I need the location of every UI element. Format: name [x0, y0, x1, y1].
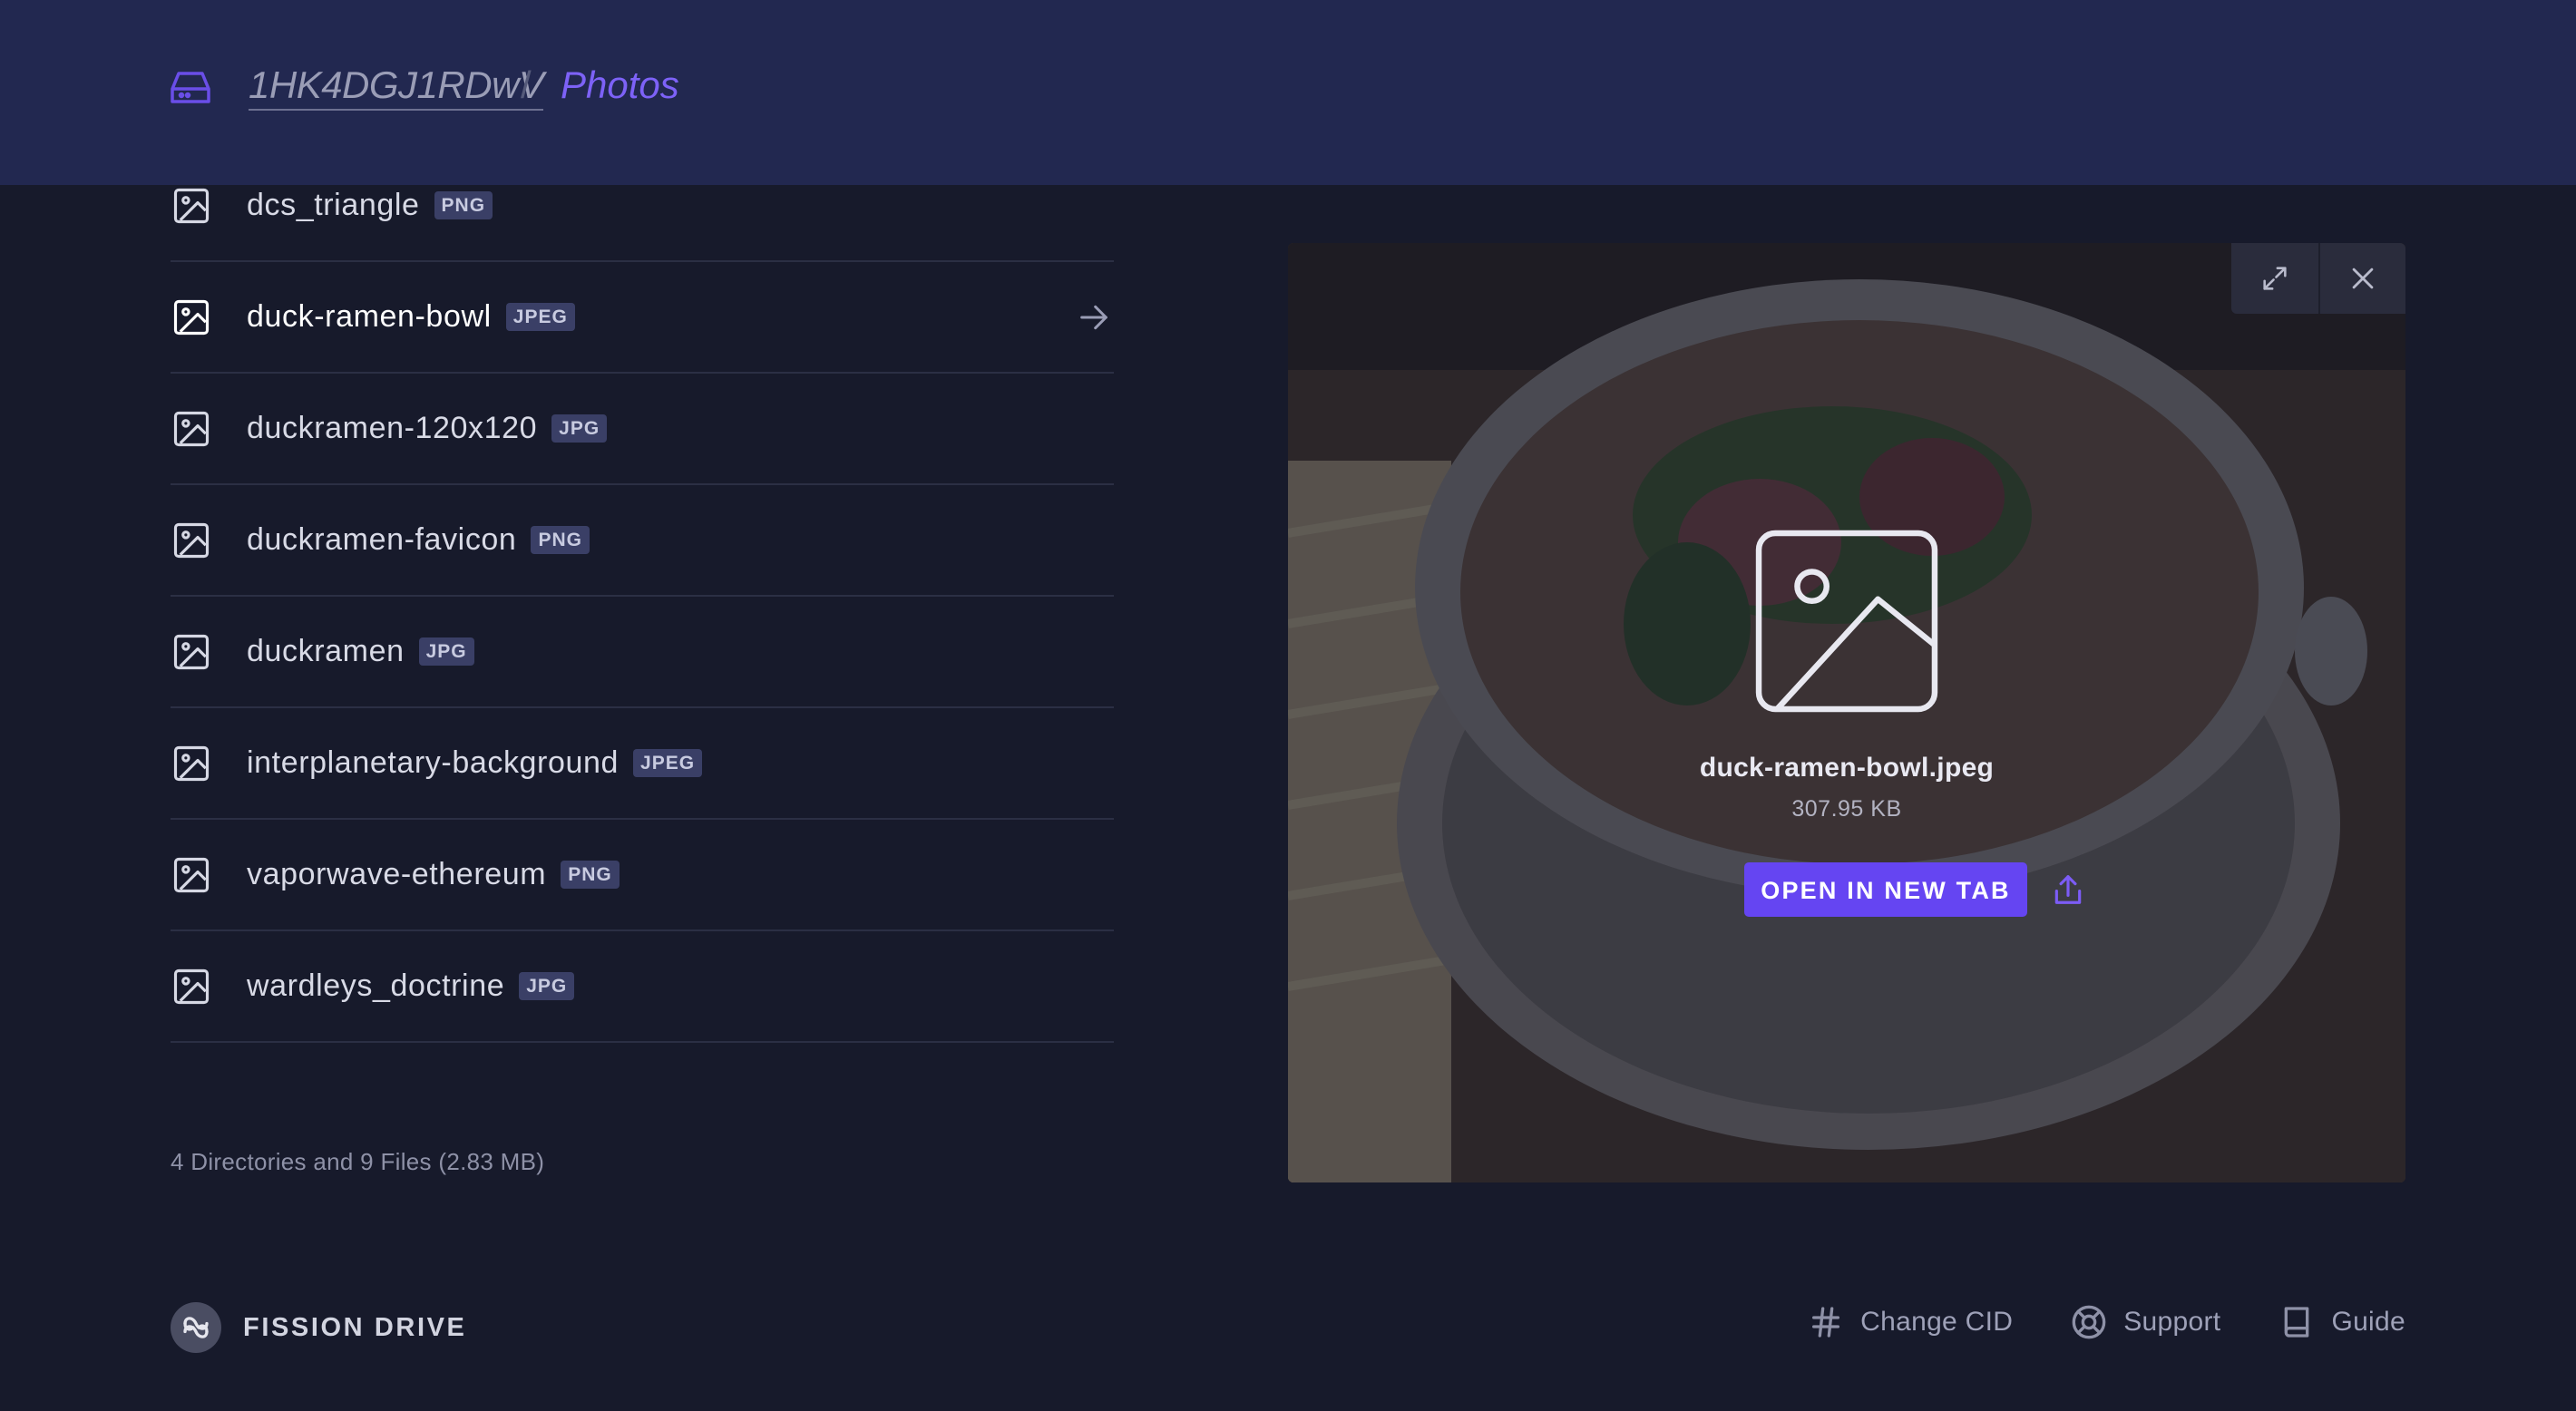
brand-name: FISSION DRIVE — [243, 1312, 467, 1342]
image-file-icon — [173, 968, 210, 1004]
support-link[interactable]: Support — [2071, 1304, 2220, 1340]
file-name: interplanetary-background — [247, 745, 620, 780]
file-name: vaporwave-ethereum — [247, 857, 547, 891]
directory-summary: 4 Directories and 9 Files (2.83 MB) — [171, 1148, 545, 1175]
file-type-badge: JPG — [519, 972, 575, 1000]
file-name: wardleys_doctrine — [247, 968, 505, 1003]
file-type-badge: JPG — [551, 414, 608, 443]
close-button[interactable] — [2318, 243, 2405, 314]
file-type-badge: JPG — [418, 637, 474, 666]
breadcrumb-current: Photos — [561, 63, 679, 106]
book-icon — [2285, 1307, 2309, 1338]
drive-icon[interactable] — [171, 71, 210, 105]
image-file-icon — [173, 411, 210, 446]
preview-controls — [2231, 243, 2405, 314]
expand-icon — [2263, 267, 2287, 290]
image-file-icon — [173, 188, 210, 223]
file-row[interactable]: wardleys_doctrine JPG — [171, 931, 1114, 1043]
header-bar: 1HK4DGJ1RDwV / Photos — [0, 0, 2576, 185]
file-type-badge: JPEG — [633, 749, 703, 777]
file-row[interactable]: duckramen-favicon PNG — [171, 485, 1114, 597]
lifebuoy-icon — [2072, 1305, 2106, 1339]
file-row-selected[interactable]: duck-ramen-bowl JPEG — [171, 262, 1114, 374]
file-row[interactable]: duckramen-120x120 JPG — [171, 374, 1114, 485]
close-icon — [2352, 268, 2374, 289]
support-label: Support — [2123, 1307, 2221, 1337]
file-list: dcs_triangle PNG duck-ramen-bowl JPEG du… — [171, 185, 1114, 1086]
file-row[interactable]: dcs_triangle PNG — [171, 185, 1114, 262]
preview-filename: duck-ramen-bowl.jpeg — [1699, 753, 1995, 783]
fission-logo-icon — [171, 1302, 221, 1353]
breadcrumb-separator: / — [521, 63, 532, 106]
guide-link[interactable]: Guide — [2278, 1304, 2405, 1340]
expand-button[interactable] — [2231, 243, 2318, 314]
preview-info: duck-ramen-bowl.jpeg 307.95 KB OPEN IN N… — [1288, 530, 2405, 917]
preview-actions: OPEN IN NEW TAB — [1288, 862, 2405, 917]
hash-icon — [1812, 1307, 1840, 1338]
image-file-icon — [173, 522, 210, 558]
guide-label: Guide — [2331, 1307, 2405, 1337]
file-name: duck-ramen-bowl — [247, 299, 492, 334]
change-cid-link[interactable]: Change CID — [1808, 1304, 2013, 1340]
preview-filesize: 307.95 KB — [1791, 796, 1902, 822]
image-file-icon — [173, 745, 210, 781]
file-name: duckramen-favicon — [247, 522, 517, 557]
footer-links: Change CID Support Guide — [1750, 1304, 2405, 1340]
image-file-icon — [173, 299, 210, 335]
file-type-badge: PNG — [561, 861, 620, 889]
image-file-icon — [173, 634, 210, 669]
change-cid-label: Change CID — [1860, 1307, 2014, 1337]
file-row[interactable]: duckramen JPG — [171, 597, 1114, 708]
file-name: dcs_triangle — [247, 188, 420, 222]
file-type-badge: PNG — [531, 526, 590, 554]
arrow-right-icon[interactable] — [1076, 299, 1112, 336]
file-type-badge: PNG — [434, 191, 493, 219]
file-type-badge: JPEG — [505, 303, 575, 331]
breadcrumb-root[interactable]: 1HK4DGJ1RDwV — [249, 62, 544, 111]
file-name: duckramen — [247, 634, 405, 668]
file-name: duckramen-120x120 — [247, 411, 538, 445]
share-icon[interactable] — [2051, 872, 2085, 907]
image-preview-panel: duck-ramen-bowl.jpeg 307.95 KB OPEN IN N… — [1288, 243, 2405, 1182]
file-row[interactable]: interplanetary-background JPEG — [171, 708, 1114, 820]
image-icon — [1755, 530, 1938, 713]
open-in-new-tab-button[interactable]: OPEN IN NEW TAB — [1744, 862, 2027, 917]
image-file-icon — [173, 857, 210, 892]
footer-brand[interactable]: FISSION DRIVE — [171, 1302, 467, 1353]
file-row[interactable]: vaporwave-ethereum PNG — [171, 820, 1114, 931]
